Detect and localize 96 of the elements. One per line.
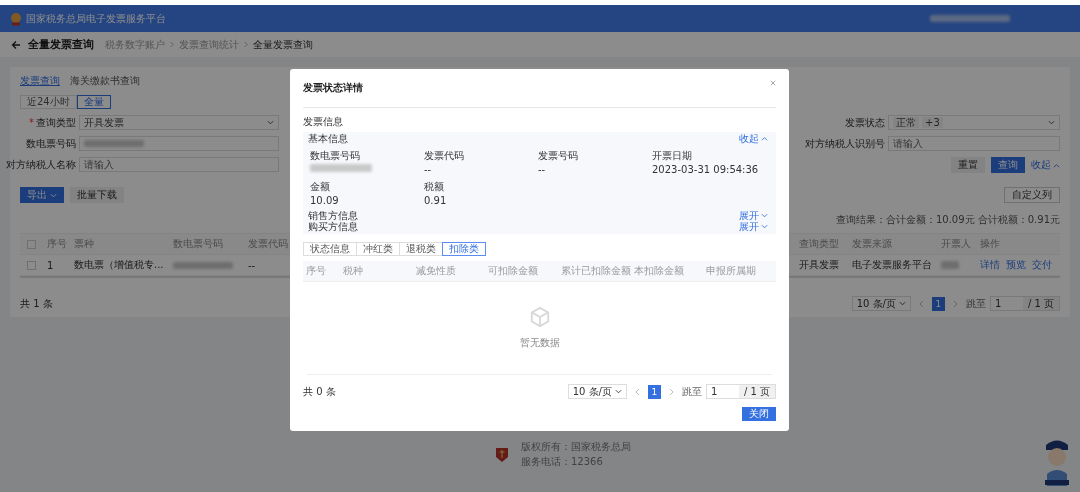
table-cell-text: 电子发票服务平台: [851, 258, 933, 272]
dialog-tab[interactable]: 冲红类: [356, 242, 400, 256]
page-number[interactable]: 1: [647, 384, 661, 399]
field-label: 数电票号码: [310, 149, 361, 163]
custom-columns-button[interactable]: 自定义列: [1004, 187, 1060, 203]
caret-icon: [761, 136, 768, 141]
column-header: 可扣除金额: [487, 264, 540, 278]
reset-button[interactable]: 重置: [951, 157, 985, 173]
field-label: 发票代码: [424, 149, 465, 163]
query-tab[interactable]: 海关缴款书查询: [70, 74, 140, 88]
field-label: 金额: [310, 180, 331, 194]
close-button[interactable]: 关闭: [742, 407, 776, 421]
column-header: 减免性质: [414, 264, 457, 278]
time-range-option[interactable]: 近24小时: [20, 95, 77, 109]
field-label: 发票状态: [845, 115, 885, 130]
required-mark: *: [29, 117, 34, 128]
blurred-text: [173, 261, 233, 269]
group-title: 销售方信息: [308, 208, 358, 221]
page-number[interactable]: 1: [931, 296, 945, 311]
row-action-link[interactable]: 详情: [980, 258, 1000, 272]
checkbox[interactable]: [27, 260, 36, 270]
table-cell-text: --: [247, 259, 257, 271]
page-title: 全量发票查询: [28, 37, 94, 52]
caret-icon: [898, 301, 906, 306]
dialog-tab[interactable]: 扣除类: [442, 242, 486, 256]
dialog-tab[interactable]: 退税类: [399, 242, 443, 256]
previous-page-icon[interactable]: [918, 299, 924, 308]
export-button[interactable]: 导出: [20, 187, 64, 203]
close-icon[interactable]: [770, 80, 776, 86]
field-label: 对方纳税人识别号: [805, 136, 885, 151]
field-label: 查询类型: [36, 115, 76, 130]
row-action-link[interactable]: 预览: [1006, 258, 1026, 272]
blurred-text: [84, 140, 144, 147]
tag: +3: [922, 117, 943, 128]
caret-icon: [1048, 120, 1055, 125]
row-action-link[interactable]: 交付: [1032, 258, 1052, 272]
input-field[interactable]: [79, 136, 279, 151]
column-header: 本扣除金额: [632, 264, 685, 278]
back-arrow-icon[interactable]: [11, 39, 21, 50]
tag: 正常: [893, 117, 919, 128]
jump-label: 跳至: [965, 296, 986, 311]
field-label: 开票日期: [652, 149, 693, 163]
breadcrumb-item[interactable]: 全量发票查询: [253, 37, 313, 52]
blurred-text: [941, 260, 959, 269]
jump-label: 跳至: [681, 384, 702, 399]
field-label: 税额: [424, 180, 445, 194]
field-label: 对方纳税人名称: [6, 158, 76, 172]
total-count: 共 1 条: [20, 296, 53, 311]
time-range-option[interactable]: 全量: [76, 95, 111, 109]
table-cell-text: 数电票（增值税专...: [73, 258, 165, 272]
footer-text: 服务电话：12366: [521, 455, 604, 469]
previous-page-icon[interactable]: [634, 387, 640, 396]
empty-box-icon: [528, 306, 551, 328]
caret-icon: [267, 120, 274, 125]
toggle-link[interactable]: 收起: [739, 131, 768, 146]
input-field[interactable]: 请输入: [888, 136, 1060, 151]
blurred-text: [310, 164, 372, 172]
input-field[interactable]: 请输入: [79, 157, 279, 172]
summary-text: 查询结果：合计金额：10.09元 合计税额：0.91元: [835, 213, 1060, 227]
query-tab[interactable]: 发票查询: [20, 74, 60, 88]
emblem-icon: [10, 11, 22, 26]
dialog-title: 发票状态详情: [303, 81, 363, 95]
page-size-select[interactable]: 10 条/页: [851, 296, 911, 311]
next-page-icon[interactable]: [668, 387, 674, 396]
empty-text: 暂无数据: [519, 336, 560, 350]
caret-icon: [1053, 162, 1060, 168]
column-header: 申报所属期: [705, 264, 758, 278]
field-label: 发票号码: [538, 149, 579, 163]
column-header: 税种: [342, 264, 364, 278]
section-title: 发票信息: [303, 115, 344, 129]
collapse-link[interactable]: 收起: [1031, 158, 1060, 172]
caret-icon: [614, 389, 622, 394]
checkbox[interactable]: [27, 239, 36, 249]
table-cell-text: 1: [46, 259, 55, 271]
total-count: 共 0 条: [303, 384, 336, 399]
field-label: 数电票号码: [26, 136, 76, 151]
field-value: 0.91: [424, 195, 448, 206]
next-page-icon[interactable]: [952, 299, 958, 308]
dialog-tab[interactable]: 状态信息: [303, 242, 357, 256]
column-header: 累计已扣除金额: [559, 264, 631, 278]
platform-title: 国家税务总局电子发票服务平台: [26, 11, 166, 26]
column-header: 序号: [305, 264, 327, 278]
select-field[interactable]: 正常 +3: [888, 115, 1060, 130]
select-field[interactable]: 开具发票: [79, 115, 279, 130]
emblem-icon: [495, 446, 509, 463]
field-value: --: [424, 164, 433, 175]
field-value: 2023-03-31 09:54:36: [652, 164, 760, 175]
caret-icon: [50, 192, 57, 198]
group-title: 基本信息: [308, 131, 348, 146]
page-size-select[interactable]: 10 条/页: [567, 384, 627, 399]
batch-download-button[interactable]: 批量下载: [70, 187, 124, 203]
field-value: 10.09: [310, 195, 340, 206]
field-value: --: [538, 164, 547, 175]
group-title: 购买方信息: [308, 219, 358, 234]
search-button[interactable]: 查询: [991, 157, 1025, 173]
table-cell-text: 开具发票: [798, 258, 840, 272]
